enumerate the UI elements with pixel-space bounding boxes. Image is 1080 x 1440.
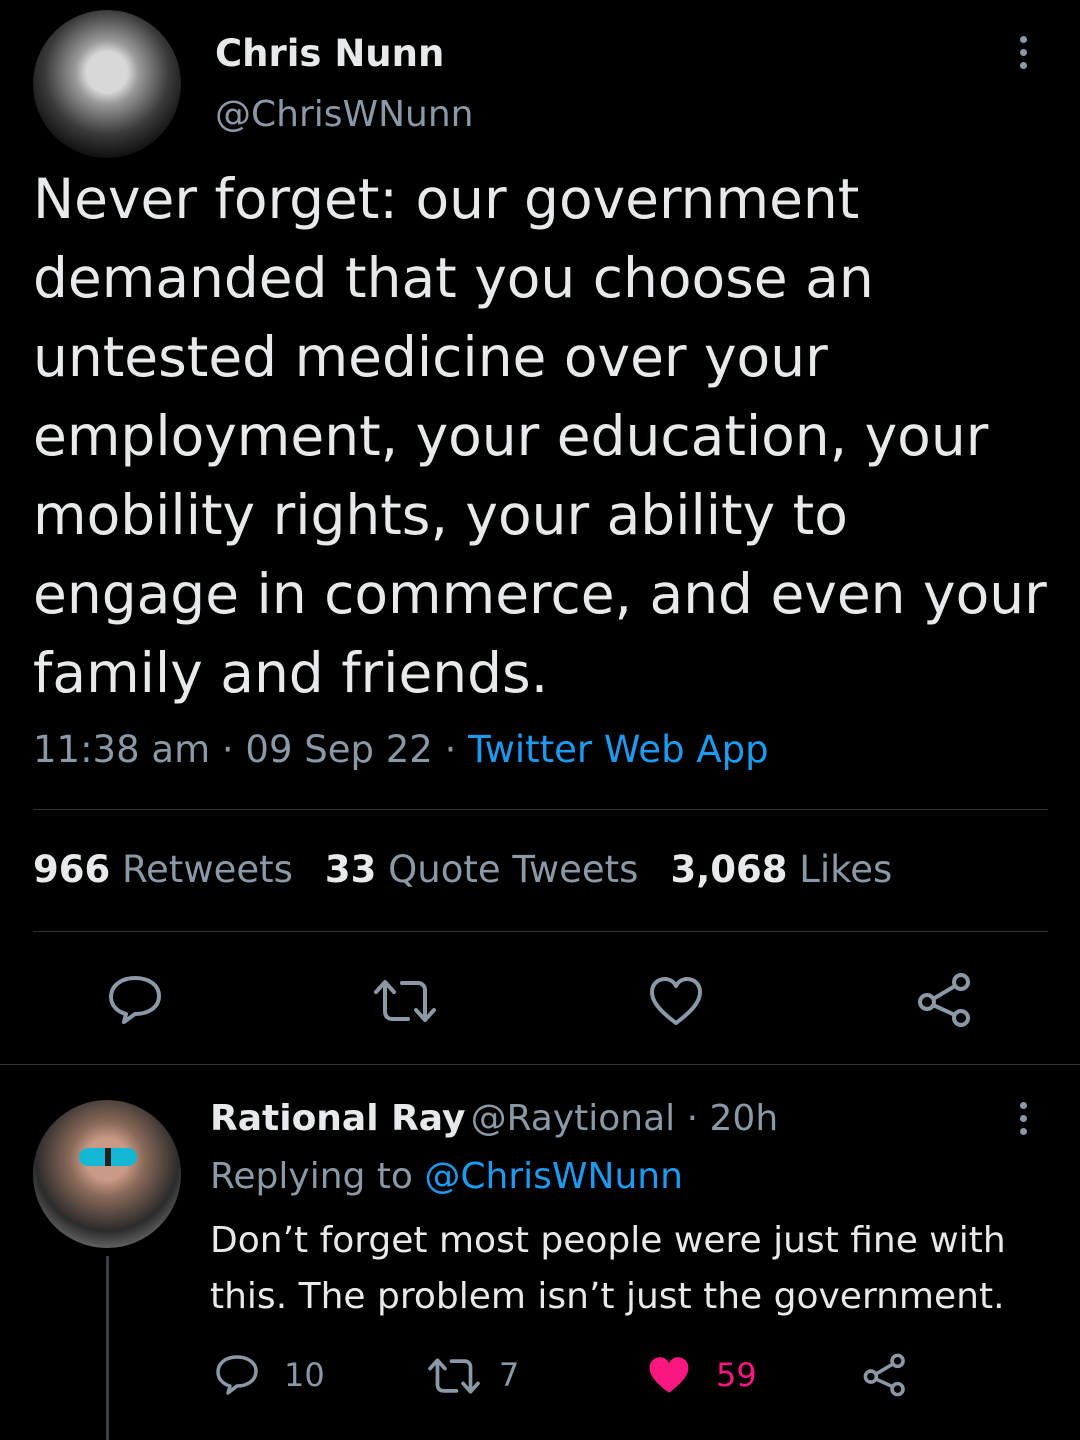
likes-label: Likes bbox=[799, 848, 893, 891]
meta-separator: · bbox=[432, 728, 469, 771]
divider bbox=[33, 931, 1048, 932]
tweet-source[interactable]: Twitter Web App bbox=[468, 728, 768, 771]
reply-header: Rational Ray @Raytional · 20h bbox=[210, 1098, 778, 1139]
retweets-count: 966 bbox=[33, 848, 111, 891]
reply-retweet-icon[interactable] bbox=[426, 1357, 482, 1395]
retweets-stat[interactable]: 966 Retweets bbox=[33, 848, 293, 891]
reply-likes-count: 59 bbox=[716, 1356, 757, 1394]
reply-replies-count: 10 bbox=[284, 1356, 325, 1394]
reply-retweets-count: 7 bbox=[499, 1356, 520, 1394]
reply-separator: · bbox=[675, 1098, 710, 1139]
replying-label: Replying to bbox=[210, 1156, 425, 1197]
like-icon[interactable] bbox=[648, 975, 704, 1027]
reply-author-handle[interactable]: @Raytional bbox=[471, 1098, 676, 1139]
reply-like-icon-filled[interactable] bbox=[646, 1354, 692, 1396]
retweets-label: Retweets bbox=[122, 848, 293, 891]
tweet-text: Never forget: our government demanded th… bbox=[33, 167, 1047, 705]
reply-reply-icon[interactable] bbox=[215, 1354, 259, 1396]
reply-share-icon[interactable] bbox=[862, 1353, 908, 1397]
author-name[interactable]: Chris Nunn bbox=[215, 32, 444, 75]
quotes-count: 33 bbox=[324, 848, 377, 891]
replying-mention[interactable]: @ChrisWNunn bbox=[424, 1156, 683, 1197]
tweet-date[interactable]: 09 Sep 22 bbox=[245, 728, 432, 771]
tweet-stats: 966 Retweets 33 Quote Tweets 3,068 Likes bbox=[33, 848, 892, 891]
reply-age[interactable]: 20h bbox=[710, 1098, 779, 1139]
quotes-stat[interactable]: 33 Quote Tweets bbox=[325, 848, 639, 891]
tweet-time: 11:38 am bbox=[33, 728, 211, 771]
likes-stat[interactable]: 3,068 Likes bbox=[670, 848, 892, 891]
replying-to: Replying to @ChrisWNunn bbox=[210, 1156, 683, 1197]
author-handle[interactable]: @ChrisWNunn bbox=[215, 94, 474, 135]
share-icon[interactable] bbox=[916, 972, 974, 1028]
likes-count: 3,068 bbox=[670, 848, 788, 891]
author-avatar[interactable] bbox=[33, 10, 181, 158]
more-options-icon[interactable] bbox=[1018, 36, 1028, 69]
reply-author-avatar[interactable] bbox=[33, 1100, 181, 1248]
thread-line bbox=[106, 1256, 109, 1440]
retweet-icon[interactable] bbox=[372, 978, 438, 1024]
tweet-meta: 11:38 am · 09 Sep 22 · Twitter Web App bbox=[33, 728, 769, 771]
divider bbox=[33, 809, 1048, 810]
reply-more-options-icon[interactable] bbox=[1018, 1102, 1028, 1135]
section-divider bbox=[0, 1064, 1080, 1065]
reply-icon[interactable] bbox=[108, 975, 162, 1025]
reply-author-name[interactable]: Rational Ray bbox=[210, 1098, 465, 1139]
reply-text: Don’t forget most people were just fine … bbox=[210, 1220, 1006, 1317]
quotes-label: Quote Tweets bbox=[388, 848, 639, 891]
meta-separator: · bbox=[210, 728, 246, 771]
